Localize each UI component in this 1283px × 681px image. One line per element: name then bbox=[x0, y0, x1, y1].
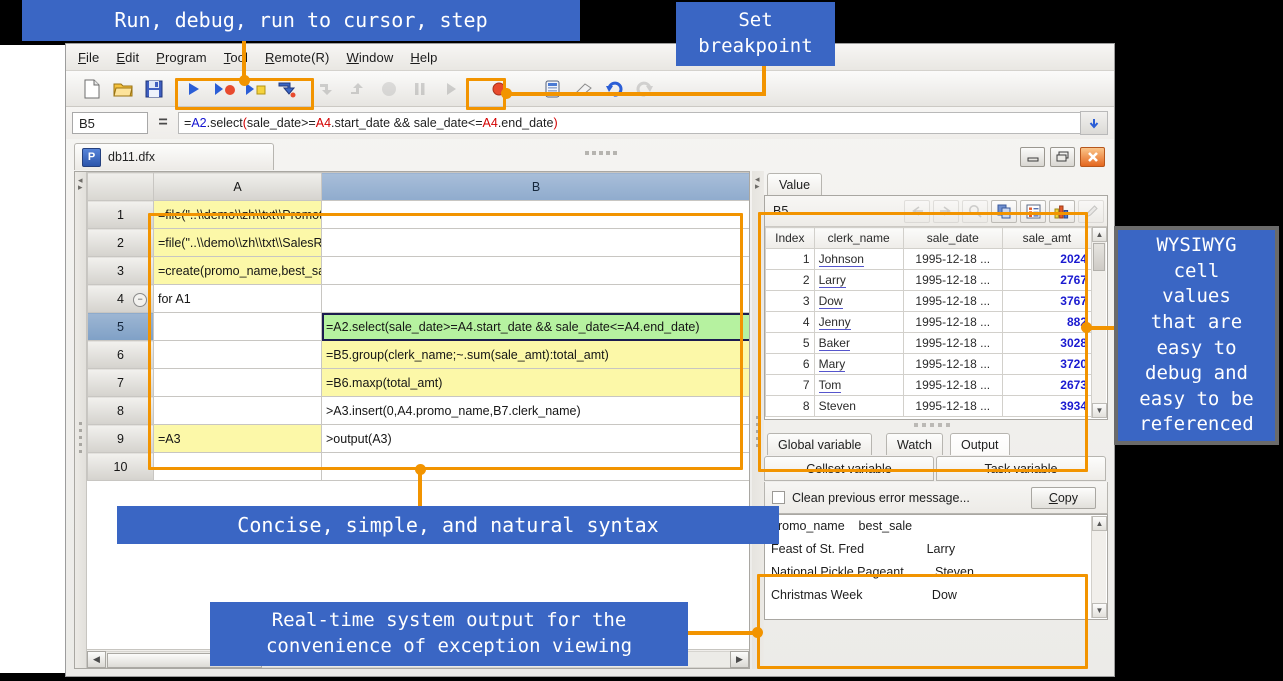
row-header-8[interactable]: 8 bbox=[88, 397, 154, 425]
annotation-dot-breakpoint bbox=[501, 88, 512, 99]
callout-syntax: Concise, simple, and natural syntax bbox=[117, 506, 779, 544]
document-tab-db11[interactable]: P db11.dfx bbox=[74, 143, 274, 170]
callout-run-debug: Run, debug, run to cursor, step bbox=[22, 0, 580, 41]
formula-token: A4 bbox=[483, 116, 498, 130]
annotation-box-breakpoint bbox=[466, 78, 506, 110]
menu-item-remote[interactable]: Remote(R) bbox=[265, 50, 329, 65]
fold-collapse-icon[interactable]: − bbox=[133, 293, 147, 307]
callout-output: Real-time system output for the convenie… bbox=[210, 602, 688, 666]
annotation-dot-syntax bbox=[415, 464, 426, 475]
cell-reference-box[interactable]: B5 bbox=[72, 112, 148, 134]
formula-token: A2 bbox=[191, 116, 206, 130]
callout-breakpoint: Set breakpoint bbox=[676, 2, 835, 66]
copy-button-rest: opy bbox=[1058, 491, 1078, 505]
value-vertical-scrollbar[interactable]: ▲ ▼ bbox=[1091, 227, 1106, 418]
tab-value[interactable]: Value bbox=[767, 173, 822, 195]
column-header-b[interactable]: B bbox=[322, 173, 750, 201]
output-line: promo_name best_sale bbox=[765, 515, 1107, 538]
new-file-icon[interactable] bbox=[78, 76, 106, 102]
annotation-box-output bbox=[757, 574, 1088, 669]
annotation-dot-wysiwyg bbox=[1081, 322, 1092, 333]
menu-item-window[interactable]: Window bbox=[346, 50, 393, 65]
database-icon[interactable] bbox=[538, 76, 566, 102]
chevron-down-icon[interactable] bbox=[1080, 111, 1108, 135]
scroll-left-icon[interactable]: ◀ bbox=[87, 651, 106, 668]
row-header-9[interactable]: 9 bbox=[88, 425, 154, 453]
annotation-dot-run bbox=[239, 75, 250, 86]
undo-icon[interactable] bbox=[600, 76, 628, 102]
row-number-label: 4 bbox=[117, 292, 124, 306]
document-tab-label: db11.dfx bbox=[108, 150, 155, 164]
continue-icon[interactable] bbox=[437, 76, 465, 102]
row-header-1[interactable]: 1 bbox=[88, 201, 154, 229]
copy-button[interactable]: Copy bbox=[1031, 487, 1096, 509]
scroll-up-icon[interactable]: ▲ bbox=[1092, 516, 1107, 531]
dfx-file-icon: P bbox=[82, 148, 101, 167]
stop-icon[interactable] bbox=[375, 76, 403, 102]
output-controls: Clean previous error message... Copy bbox=[764, 482, 1108, 514]
output-line: Feast of St. Fred Larry bbox=[765, 538, 1107, 561]
redo-icon[interactable] bbox=[631, 76, 659, 102]
pause-icon[interactable] bbox=[406, 76, 434, 102]
row-header-3[interactable]: 3 bbox=[88, 257, 154, 285]
left-splitter-bar[interactable]: ◂▸ bbox=[75, 172, 87, 668]
open-folder-icon[interactable] bbox=[109, 76, 137, 102]
menu-item-edit[interactable]: Edit bbox=[116, 50, 139, 65]
save-icon[interactable] bbox=[140, 76, 168, 102]
formula-token: .end_date bbox=[498, 116, 554, 130]
annotation-box-value-panel bbox=[758, 212, 1088, 472]
formula-token: .select bbox=[207, 116, 243, 130]
equals-sign-label: = bbox=[148, 114, 178, 132]
row-header-2[interactable]: 2 bbox=[88, 229, 154, 257]
menu-item-file[interactable]: File bbox=[78, 50, 99, 65]
row-header-7[interactable]: 7 bbox=[88, 369, 154, 397]
menu-bar: File Edit Program Tool Remote(R) Window … bbox=[66, 44, 1114, 71]
menu-item-help[interactable]: Help bbox=[410, 50, 437, 65]
formula-bar: B5 = =A2.select(sale_date>=A4.start_date… bbox=[66, 107, 1114, 139]
value-tabstrip: Value bbox=[764, 171, 1108, 195]
row-header-10[interactable]: 10 bbox=[88, 453, 154, 481]
eraser-icon[interactable] bbox=[569, 76, 597, 102]
clean-error-label: Clean previous error message... bbox=[792, 491, 1031, 505]
row-header-5[interactable]: 5 bbox=[88, 313, 154, 341]
annotation-connector-breakpoint-h bbox=[504, 92, 766, 96]
splitter-dots-icon bbox=[79, 422, 82, 457]
column-header-a[interactable]: A bbox=[154, 173, 322, 201]
annotation-box-cellset bbox=[148, 213, 743, 470]
restore-icon[interactable] bbox=[1050, 147, 1075, 167]
grid-corner bbox=[88, 173, 154, 201]
panel-grip-handle[interactable] bbox=[585, 151, 617, 155]
mdi-window-buttons bbox=[1020, 147, 1105, 167]
scroll-right-icon[interactable]: ▶ bbox=[730, 651, 749, 668]
step-out-icon[interactable] bbox=[344, 76, 372, 102]
menu-item-program[interactable]: Program bbox=[156, 50, 207, 65]
document-tab-row: P db11.dfx bbox=[66, 139, 1114, 171]
step-into-icon[interactable] bbox=[313, 76, 341, 102]
annotation-connector-output bbox=[686, 631, 761, 635]
formula-token: = bbox=[184, 116, 191, 130]
row-header-4[interactable]: 4− bbox=[88, 285, 154, 313]
formula-token: A4 bbox=[316, 116, 331, 130]
annotation-dot-output bbox=[752, 627, 763, 638]
clean-error-checkbox[interactable] bbox=[772, 491, 785, 504]
formula-token: sale_date>= bbox=[247, 116, 316, 130]
callout-wysiwyg: WYSIWYG cell values that are easy to deb… bbox=[1114, 226, 1279, 445]
vscroll-thumb[interactable] bbox=[1093, 243, 1105, 271]
scroll-down-icon[interactable]: ▼ bbox=[1092, 603, 1107, 618]
column-header-row: A B bbox=[88, 173, 750, 201]
minimize-icon[interactable] bbox=[1020, 147, 1045, 167]
formula-token: ) bbox=[553, 116, 557, 130]
scroll-down-icon[interactable]: ▼ bbox=[1092, 403, 1107, 418]
annotation-connector-breakpoint-v bbox=[762, 64, 766, 94]
formula-token: .start_date && sale_date<= bbox=[331, 116, 483, 130]
output-vertical-scrollbar[interactable]: ▲ ▼ bbox=[1091, 516, 1106, 618]
splitter-arrows-icon[interactable]: ◂▸ bbox=[78, 177, 83, 191]
vsplitter-arrows-icon[interactable]: ◂▸ bbox=[755, 176, 760, 190]
close-icon[interactable] bbox=[1080, 147, 1105, 167]
scroll-up-icon[interactable]: ▲ bbox=[1092, 227, 1107, 242]
formula-input[interactable]: =A2.select(sale_date>=A4.start_date && s… bbox=[178, 112, 1080, 134]
row-header-6[interactable]: 6 bbox=[88, 341, 154, 369]
